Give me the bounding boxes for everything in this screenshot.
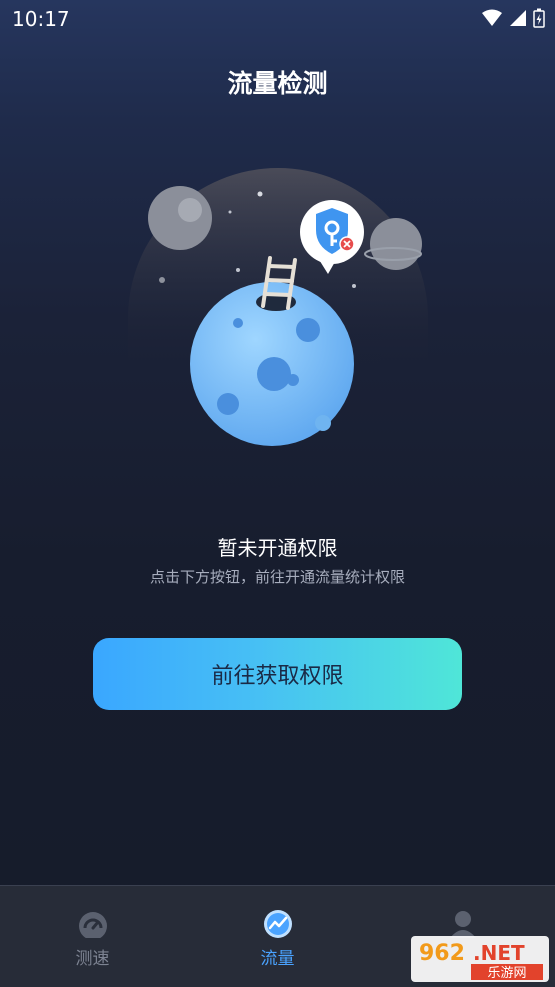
wifi-icon xyxy=(482,9,502,26)
traffic-chart-icon xyxy=(263,910,292,938)
get-permission-button[interactable]: 前往获取权限 xyxy=(93,638,462,710)
tab-traffic[interactable]: 流量 xyxy=(185,886,370,987)
speedometer-icon xyxy=(78,912,107,938)
grey-moon-left xyxy=(148,186,212,250)
ringed-planet xyxy=(370,218,422,270)
moon-illustration xyxy=(128,168,428,446)
svg-text:.NET: .NET xyxy=(473,941,525,965)
svg-text:乐游网: 乐游网 xyxy=(487,966,526,981)
battery-icon xyxy=(533,8,545,28)
status-icons xyxy=(481,8,545,28)
permission-status-title: 暂未开通权限 xyxy=(217,536,338,560)
permission-status-subtitle: 点击下方按钮，前往开通流量统计权限 xyxy=(149,568,405,586)
profile-icon xyxy=(449,911,476,938)
962-watermark-logo: 962 .NET 乐游网 xyxy=(411,936,549,982)
status-bar: 10:17 xyxy=(0,0,555,40)
tab-traffic-label: 流量 xyxy=(260,949,295,969)
tab-speed-test-label: 测速 xyxy=(75,949,110,969)
page-title: 流量检测 xyxy=(227,69,328,98)
status-time: 10:17 xyxy=(12,7,70,31)
svg-text:962: 962 xyxy=(419,941,465,966)
tab-speed-test[interactable]: 测速 xyxy=(0,886,185,987)
signal-icon xyxy=(510,10,526,26)
get-permission-button-label: 前往获取权限 xyxy=(211,664,344,689)
